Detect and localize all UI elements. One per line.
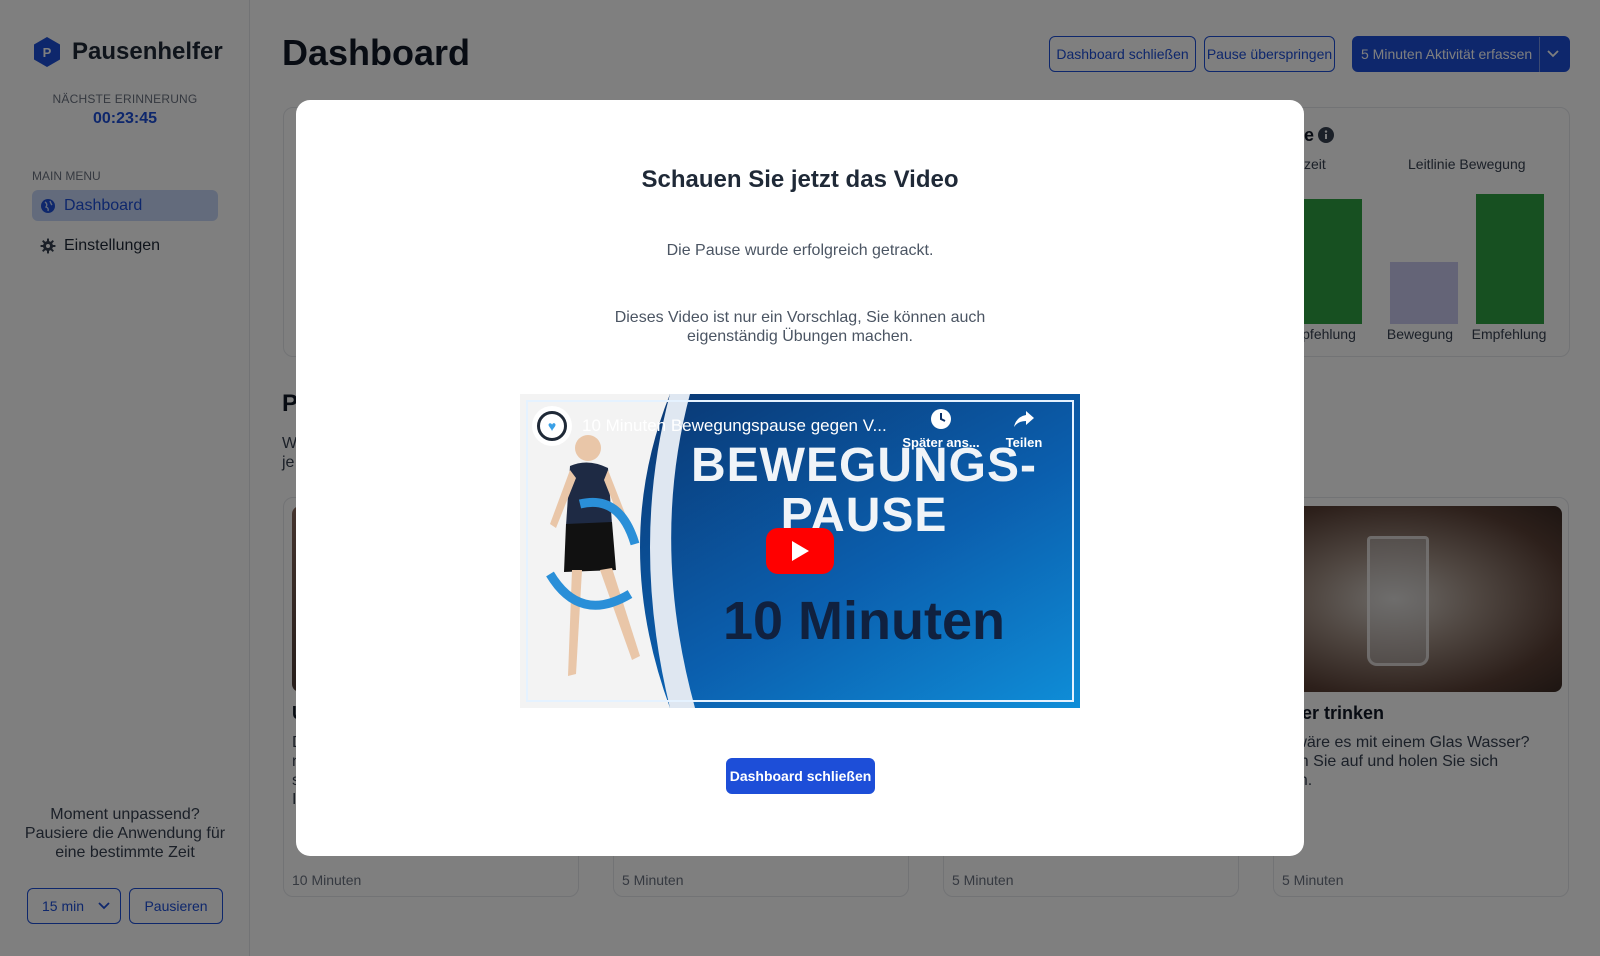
play-button[interactable] bbox=[766, 528, 834, 574]
heart-icon: ♥ bbox=[547, 418, 557, 434]
share-icon bbox=[1014, 411, 1034, 427]
modal-title: Schauen Sie jetzt das Video bbox=[641, 166, 959, 193]
video-title[interactable]: 10 Minuten Bewegungspause gegen V... bbox=[582, 416, 887, 436]
modal-success-message: Die Pause wurde erfolgreich getrackt. bbox=[666, 242, 934, 259]
clock-icon bbox=[931, 409, 951, 429]
modal-close-dashboard-button[interactable]: Dashboard schließen bbox=[726, 758, 875, 794]
video-modal: Schauen Sie jetzt das Video Die Pause wu… bbox=[296, 100, 1304, 856]
modal-note: Dieses Video ist nur ein Vorschlag, Sie … bbox=[614, 309, 986, 345]
thumbnail-duration-text: 10 Minuten bbox=[722, 591, 1006, 651]
thumbnail-headline: BEWEGUNGS- bbox=[691, 439, 1037, 492]
thumbnail-headline: PAUSE bbox=[780, 489, 948, 542]
channel-avatar[interactable]: ♥ bbox=[532, 406, 572, 446]
play-icon bbox=[792, 541, 809, 561]
video-player[interactable]: ♥ 10 Minuten Bewegungspause gegen V... S… bbox=[520, 394, 1080, 708]
